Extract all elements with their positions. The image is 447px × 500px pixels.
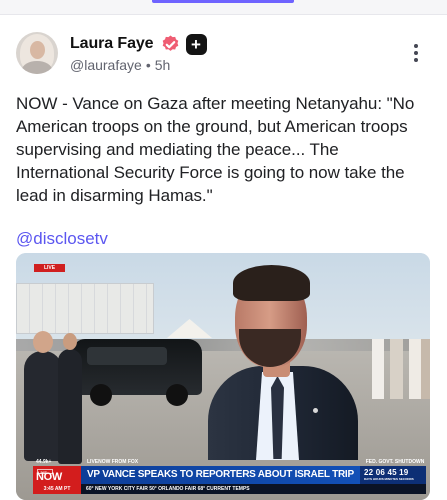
lapel-pin-icon: [313, 408, 318, 413]
security-agent: [58, 333, 82, 464]
top-tab-strip: [0, 0, 447, 14]
clock-values: 22 06 45 19: [364, 468, 409, 477]
live-badge: LIVE: [34, 264, 65, 272]
bystanders: [372, 339, 430, 399]
broadcast-source: LIVENOW FROM FOX: [87, 459, 139, 465]
shutdown-clock: 22 06 45 19 DAYS HOURS MINUTES SECONDS: [360, 466, 426, 484]
viewer-count: 44.9k+: [36, 459, 52, 465]
video-thumbnail[interactable]: LIVE 44.9k+ LIVENOW FROM FOX FED. GOVT. …: [16, 253, 430, 500]
post-author-line: Laura Faye +: [70, 33, 207, 55]
ticker-text: 60° NEW YORK CITY FAIR 50° ORLANDO FAIR …: [86, 486, 250, 492]
now-label: NOW: [36, 471, 62, 483]
speaker: [200, 262, 358, 460]
security-agent: [24, 331, 62, 461]
active-tab-indicator: [152, 0, 294, 3]
author-handle[interactable]: @laurafaye: [70, 57, 142, 73]
news-lower-third: 44.9k+ LIVENOW FROM FOX FED. GOVT. SHUTD…: [33, 448, 426, 500]
terminal-building: [16, 283, 154, 334]
verified-badge-icon: [160, 34, 181, 55]
shutdown-label: FED. GOVT. SHUTDOWN: [365, 459, 425, 465]
news-headline: VP VANCE SPEAKS TO REPORTERS ABOUT ISRAE…: [87, 469, 354, 480]
ticker-time: 3:45 AM PT: [33, 484, 81, 494]
more-vertical-icon[interactable]: [413, 44, 419, 62]
post-text: NOW - Vance on Gaza after meeting Netany…: [16, 94, 415, 205]
author-name[interactable]: Laura Faye: [70, 35, 154, 53]
post-meta: @laurafaye • 5h: [70, 57, 170, 73]
post-mention-link[interactable]: @disclosetv: [16, 229, 108, 249]
author-avatar[interactable]: [16, 32, 58, 74]
news-ticker: 3:45 AM PT 60° NEW YORK CITY FAIR 50° OR…: [33, 484, 426, 494]
meta-separator: •: [145, 57, 151, 73]
now-badge: LIVE NOW: [33, 466, 81, 484]
social-post-card: Laura Faye + @laurafaye • 5h NOW - Vance o…: [0, 14, 447, 500]
post-age[interactable]: 5h: [155, 57, 171, 73]
clock-labels: DAYS HOURS MINUTES SECONDS: [364, 477, 414, 481]
black-suv: [73, 339, 202, 406]
plus-icon[interactable]: +: [185, 33, 207, 55]
